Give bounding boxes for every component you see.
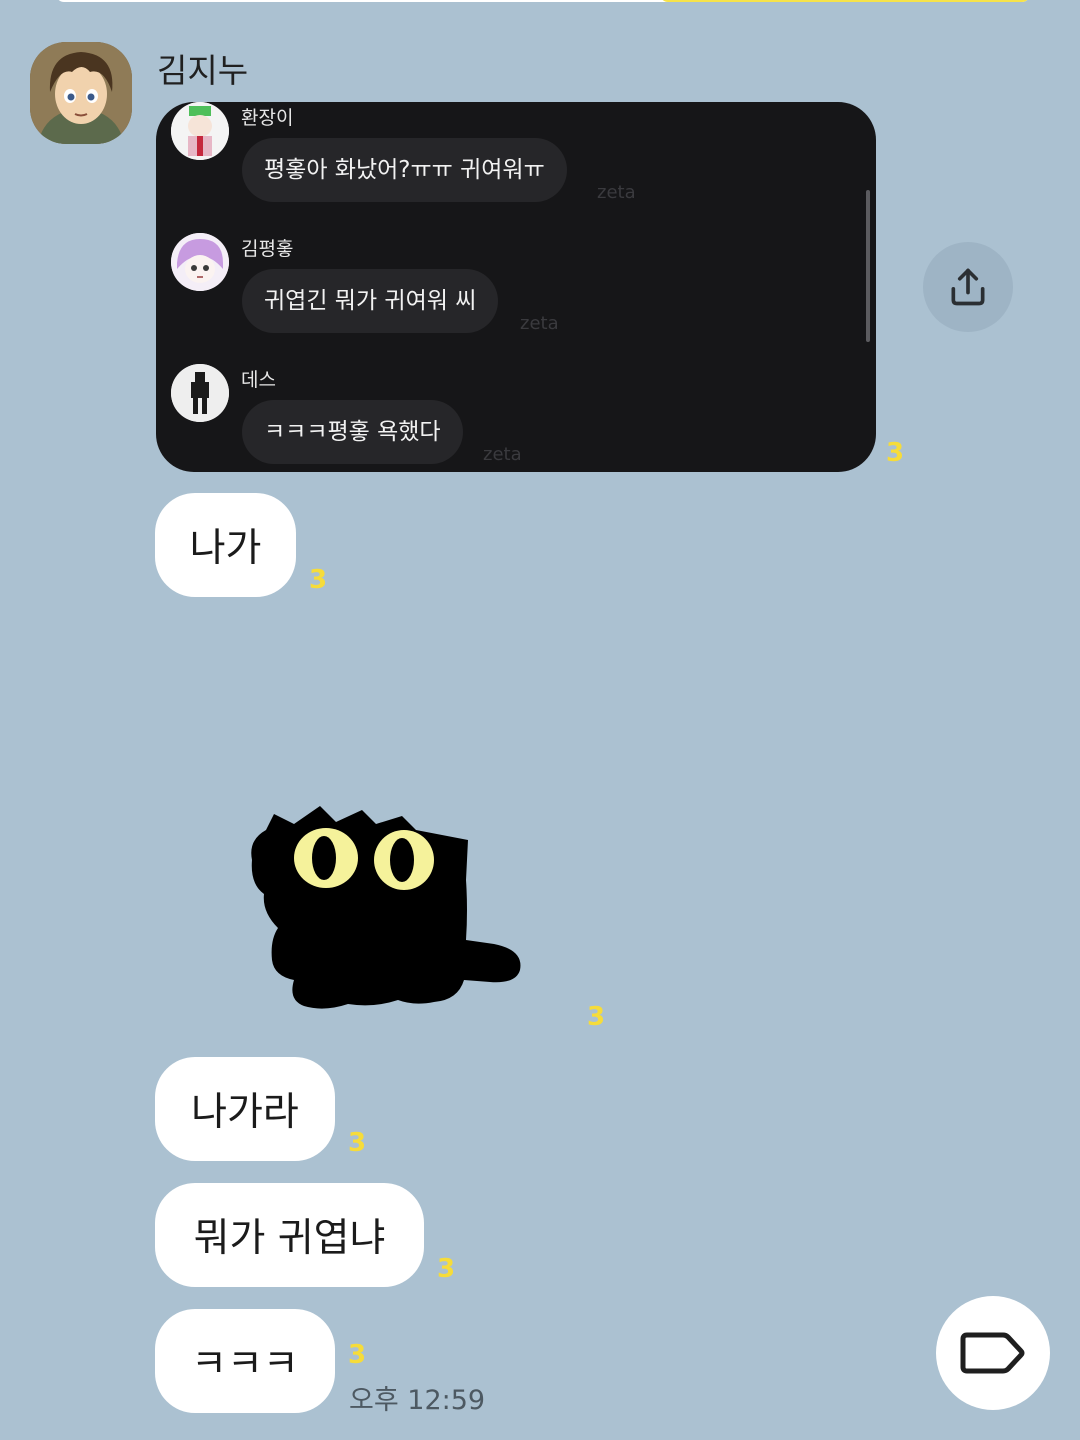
- profile-avatar-2: [171, 233, 229, 291]
- share-icon: [951, 268, 985, 306]
- previous-message-accent: [660, 0, 1030, 2]
- unread-count: 3: [886, 438, 905, 468]
- avatar-art-1: [171, 102, 229, 160]
- sender-name: 김지누: [157, 51, 249, 90]
- screenshot-meta-3: zeta: [483, 444, 522, 465]
- screenshot-sender-1: 환장이: [241, 107, 294, 129]
- unread-count: 3: [587, 1002, 606, 1032]
- tag-icon: [960, 1332, 1025, 1374]
- avatar-art-2: [171, 233, 229, 291]
- profile-avatar-1: [171, 102, 229, 160]
- screenshot-sender-2: 김평홓: [241, 238, 294, 260]
- profile-avatar-3: [171, 364, 229, 422]
- avatar-portrait: [30, 42, 132, 144]
- message-bubble[interactable]: ㅋㅋㅋ: [155, 1309, 335, 1413]
- tag-button[interactable]: [936, 1296, 1050, 1410]
- unread-count: 3: [309, 565, 328, 595]
- scrollbar-thumb: [866, 190, 870, 342]
- screenshot-bubble-1: 평홓아 화났어?ㅠㅠ 귀여워ㅠ: [242, 138, 567, 202]
- message-timestamp: 오후 12:59: [349, 1385, 486, 1416]
- message-bubble[interactable]: 나가: [155, 493, 296, 597]
- screenshot-meta-1: zeta: [597, 182, 636, 203]
- previous-message-edge: [56, 0, 1030, 2]
- screenshot-bubble-2: 귀엽긴 뭐가 귀여워 씨: [242, 269, 499, 333]
- shared-screenshot[interactable]: 환장이 평홓아 화났어?ㅠㅠ 귀여워ㅠ zeta 김평홓 귀엽긴 뭐가 귀여워 …: [156, 102, 876, 472]
- black-cat-sticker: [251, 806, 521, 1009]
- share-button[interactable]: [923, 242, 1013, 332]
- message-bubble[interactable]: 나가라: [155, 1057, 335, 1161]
- message-bubble[interactable]: 뭐가 귀엽냐: [155, 1183, 424, 1287]
- unread-count: 3: [348, 1340, 367, 1370]
- screenshot-sender-3: 데스: [241, 369, 276, 391]
- avatar-art-3: [171, 364, 229, 422]
- sender-avatar[interactable]: [30, 42, 132, 144]
- unread-count: 3: [437, 1254, 456, 1284]
- screenshot-meta-2: zeta: [520, 313, 559, 334]
- emoticon-sticker[interactable]: [244, 800, 526, 1016]
- screenshot-bubble-3: ㅋㅋㅋ평홓 욕했다: [242, 400, 463, 464]
- unread-count: 3: [348, 1128, 367, 1158]
